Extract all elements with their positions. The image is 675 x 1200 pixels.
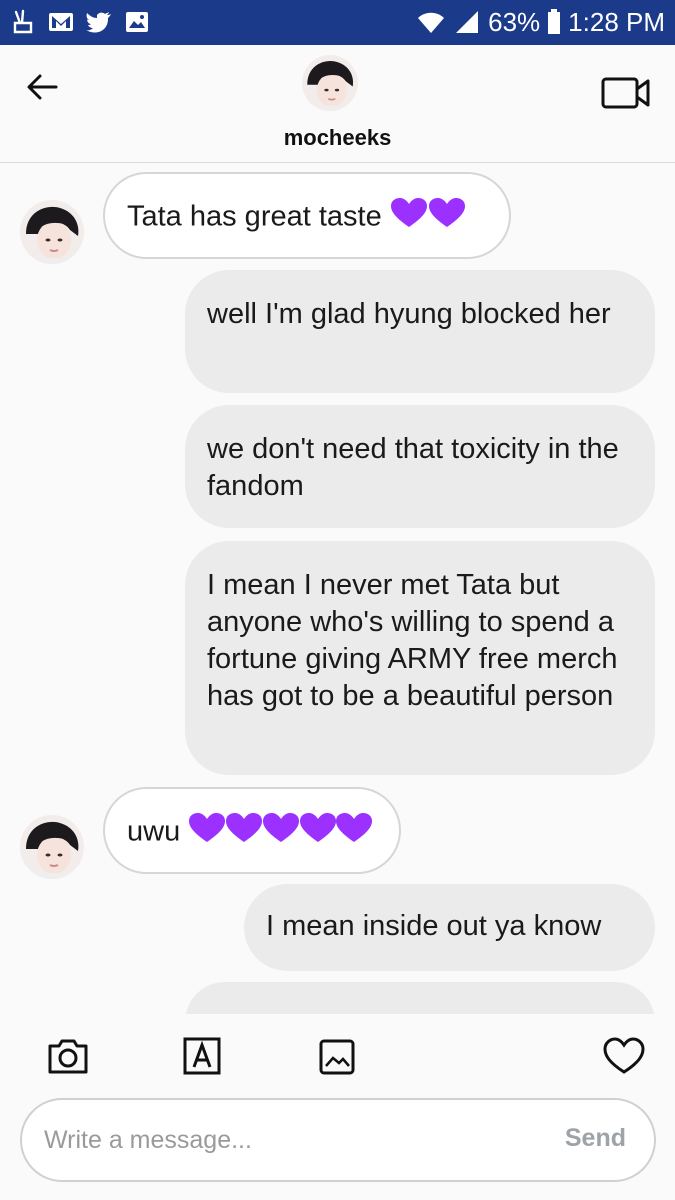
- message-text: well I'm glad hyung blocked her: [207, 298, 611, 330]
- status-bar: 63% 1:28 PM: [0, 0, 675, 45]
- clock: 1:28 PM: [568, 6, 665, 37]
- back-button[interactable]: [22, 67, 62, 107]
- v-sign-icon: [8, 7, 38, 37]
- message-text: we don't need that toxicity in the fando…: [207, 433, 619, 502]
- battery-percent: 63%: [488, 6, 541, 37]
- gallery-icon: [319, 1039, 355, 1075]
- signal-icon: [452, 7, 482, 37]
- message-text: I mean I never met Tata but anyone who's…: [207, 569, 618, 712]
- message-text: Tata has great taste: [127, 200, 382, 233]
- composer-toolbar: [0, 1014, 675, 1100]
- message-composer: Send: [20, 1098, 656, 1182]
- avatar[interactable]: [20, 815, 84, 879]
- message-input[interactable]: [44, 1118, 524, 1162]
- message-bubble-outgoing[interactable]: [185, 982, 655, 1014]
- purple-heart-icon: [390, 196, 468, 240]
- message-bubble-incoming[interactable]: uwu: [103, 787, 401, 874]
- message-bubble-incoming[interactable]: Tata has great taste: [103, 172, 511, 259]
- image-icon: [122, 7, 152, 37]
- wifi-icon: [416, 7, 446, 37]
- arrow-left-icon: [27, 74, 58, 100]
- message-text: I mean inside out ya know: [266, 910, 602, 942]
- camera-button[interactable]: [46, 1036, 90, 1080]
- message-bubble-outgoing[interactable]: I mean I never met Tata but anyone who's…: [185, 541, 655, 775]
- message-bubble-outgoing[interactable]: well I'm glad hyung blocked her: [185, 270, 655, 393]
- message-bubble-outgoing[interactable]: I mean inside out ya know: [244, 884, 655, 971]
- notification-icons: [8, 7, 152, 37]
- text-button[interactable]: [182, 1036, 226, 1080]
- chat-header: mocheeks: [0, 45, 675, 163]
- text-icon: [183, 1037, 221, 1075]
- mail-icon: [46, 7, 76, 37]
- twitter-icon: [84, 7, 114, 37]
- purple-heart-icon: [188, 811, 373, 855]
- like-button[interactable]: [602, 1036, 646, 1080]
- battery-icon: [546, 7, 562, 37]
- video-call-button[interactable]: [601, 75, 651, 111]
- message-list[interactable]: Tata has great taste well I'm glad hyung…: [0, 164, 675, 1014]
- message-text: uwu: [127, 815, 181, 848]
- system-status: 63% 1:28 PM: [416, 5, 665, 39]
- chat-username[interactable]: mocheeks: [0, 125, 675, 151]
- heart-icon: [603, 1037, 645, 1074]
- avatar[interactable]: [302, 55, 358, 111]
- camera-icon: [48, 1039, 88, 1074]
- avatar[interactable]: [20, 200, 84, 264]
- send-button[interactable]: Send: [565, 1124, 626, 1153]
- gallery-button[interactable]: [318, 1038, 362, 1082]
- video-camera-icon: [601, 77, 650, 109]
- message-bubble-outgoing[interactable]: we don't need that toxicity in the fando…: [185, 405, 655, 528]
